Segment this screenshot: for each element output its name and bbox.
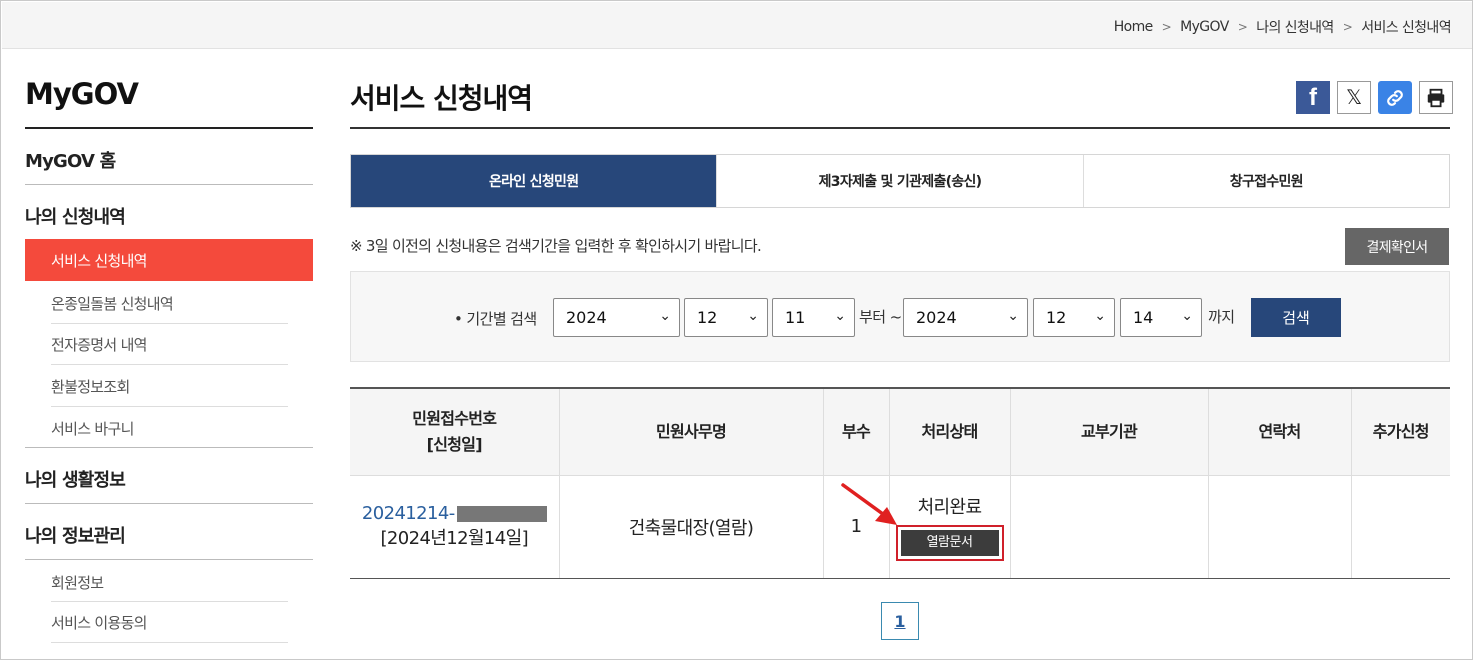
col-header-receipt: 민원접수번호 [신청일] [350,387,559,476]
cell-service: 건축물대장(열람) [558,475,823,579]
cell-contact [1207,475,1351,579]
to-month-select[interactable]: 12 ⌄ [1033,298,1115,337]
sidebar-subdivider [51,601,288,602]
payment-confirmation-button[interactable]: 결제확인서 [1345,228,1449,265]
table-header-row: 민원접수번호 [신청일] 민원사무명 부수 처리상태 교부기관 연락처 추가신청 [350,387,1450,476]
receipt-number-link[interactable]: 20241214- [362,503,455,524]
x-icon[interactable]: 𝕏 [1337,81,1371,114]
chevron-down-icon: ⌄ [1007,308,1019,324]
breadcrumb: Home > MyGOV > 나의 신청내역 > 서비스 신청내역 [1114,17,1452,37]
col-header-copies: 부수 [822,387,889,476]
col-header-contact: 연락처 [1207,387,1351,476]
from-month-select[interactable]: 12 ⌄ [684,298,768,337]
red-arrow-annotation [841,483,897,525]
view-document-highlight: 열람문서 [895,524,1004,561]
sidebar-item-info-management[interactable]: 나의 정보관리 [25,522,313,548]
from-day-value: 11 [785,308,806,327]
breadcrumb-my-applications[interactable]: 나의 신청내역 [1256,17,1334,37]
to-year-select[interactable]: 2024 ⌄ [903,298,1028,337]
search-panel: • 기간별 검색 2024 ⌄ 12 ⌄ 11 ⌄ 부터 ~ 2024 ⌄ 12 ⌄ 14… [350,271,1450,362]
from-day-select[interactable]: 11 ⌄ [772,298,855,337]
from-year-select[interactable]: 2024 ⌄ [553,298,680,337]
sidebar-item-my-applications[interactable]: 나의 신청내역 [25,203,313,229]
title-rule [350,127,1450,129]
chevron-down-icon: ⌄ [1094,308,1106,324]
cell-extra [1350,475,1450,579]
period-search-label: • 기간별 검색 [454,310,537,328]
breadcrumb-home[interactable]: Home [1114,19,1154,35]
sidebar-subitem-basket[interactable]: 서비스 바구니 [51,418,134,439]
sidebar-divider [25,503,313,504]
tab-bar: 온라인 신청민원 제3자제출 및 기관제출(송신) 창구접수민원 [350,154,1450,208]
status-text: 처리완료 [917,496,982,518]
from-month-value: 12 [697,308,718,327]
facebook-icon[interactable]: f [1296,81,1330,114]
col-header-receipt-line2: [신청일] [426,434,483,454]
tab-online-applications[interactable]: 온라인 신청민원 [351,155,717,207]
share-toolbar: f 𝕏 [1296,81,1453,114]
notice-text: ※ 3일 이전의 신청내용은 검색기간을 입력한 후 확인하시기 바랍니다. [350,237,762,255]
chevron-down-icon: ⌄ [659,308,671,324]
to-year-value: 2024 [916,308,957,327]
cell-receipt: 20241214- [2024년12월14일] [350,475,559,579]
chevron-down-icon: ⌄ [747,308,759,324]
view-document-button[interactable]: 열람문서 [900,529,999,556]
sidebar-title: MyGOV [25,77,139,111]
top-bar: Home > MyGOV > 나의 신청내역 > 서비스 신청내역 [2,2,1472,49]
sidebar-title-rule [25,127,313,129]
col-header-service: 민원사무명 [558,387,823,476]
chevron-right-icon: > [1161,20,1172,34]
col-header-extra: 추가신청 [1350,387,1450,476]
pagination-page-1[interactable]: 1 [881,602,919,640]
application-date: [2024년12월14일] [380,528,529,549]
to-day-value: 14 [1133,308,1154,327]
chevron-right-icon: > [1237,20,1248,34]
sidebar-subitem-e-certificate[interactable]: 전자증명서 내역 [51,334,147,355]
to-text: 까지 [1208,308,1235,326]
to-month-value: 12 [1046,308,1067,327]
sidebar-subdivider [51,406,288,407]
sidebar-divider [25,184,313,185]
print-icon[interactable] [1419,81,1453,114]
sidebar-divider [25,447,313,448]
page-title: 서비스 신청내역 [350,82,533,115]
breadcrumb-mygov[interactable]: MyGOV [1180,19,1229,35]
link-icon[interactable] [1378,81,1412,114]
sidebar-divider [25,559,313,560]
chevron-down-icon: ⌄ [834,308,846,324]
col-header-receipt-line1: 민원접수번호 [412,408,497,428]
sidebar-subitem-member-info[interactable]: 회원정보 [51,572,104,593]
tab-counter-applications[interactable]: 창구접수민원 [1082,155,1449,207]
chevron-right-icon: > [1342,20,1353,34]
search-button[interactable]: 검색 [1251,298,1341,337]
from-text: 부터 ~ [859,308,902,326]
redacted-block [456,506,547,522]
cell-agency [1009,475,1208,579]
sidebar-subdivider [51,323,288,324]
col-header-agency: 교부기관 [1009,387,1208,476]
sidebar-item-life-info[interactable]: 나의 생활정보 [25,466,313,492]
sidebar-subitem-consent[interactable]: 서비스 이용동의 [51,612,147,633]
to-day-select[interactable]: 14 ⌄ [1120,298,1202,337]
sidebar-subitem-care[interactable]: 온종일돌봄 신청내역 [51,293,174,314]
from-year-value: 2024 [566,308,607,327]
sidebar-item-home[interactable]: MyGOV 홈 [25,147,313,173]
cell-status: 처리완료 열람문서 [888,475,1010,579]
sidebar-item-service-applications[interactable]: 서비스 신청내역 [25,239,313,281]
sidebar-subitem-refund[interactable]: 환불정보조회 [51,376,130,397]
col-header-status: 처리상태 [888,387,1010,476]
breadcrumb-current: 서비스 신청내역 [1361,20,1451,36]
sidebar-subdivider [51,642,288,643]
tab-third-party-submission[interactable]: 제3자제출 및 기관제출(송신) [716,155,1083,207]
sidebar-subdivider [51,364,288,365]
chevron-down-icon: ⌄ [1181,308,1193,324]
page-frame: Home > MyGOV > 나의 신청내역 > 서비스 신청내역 MyGOV … [0,0,1473,660]
